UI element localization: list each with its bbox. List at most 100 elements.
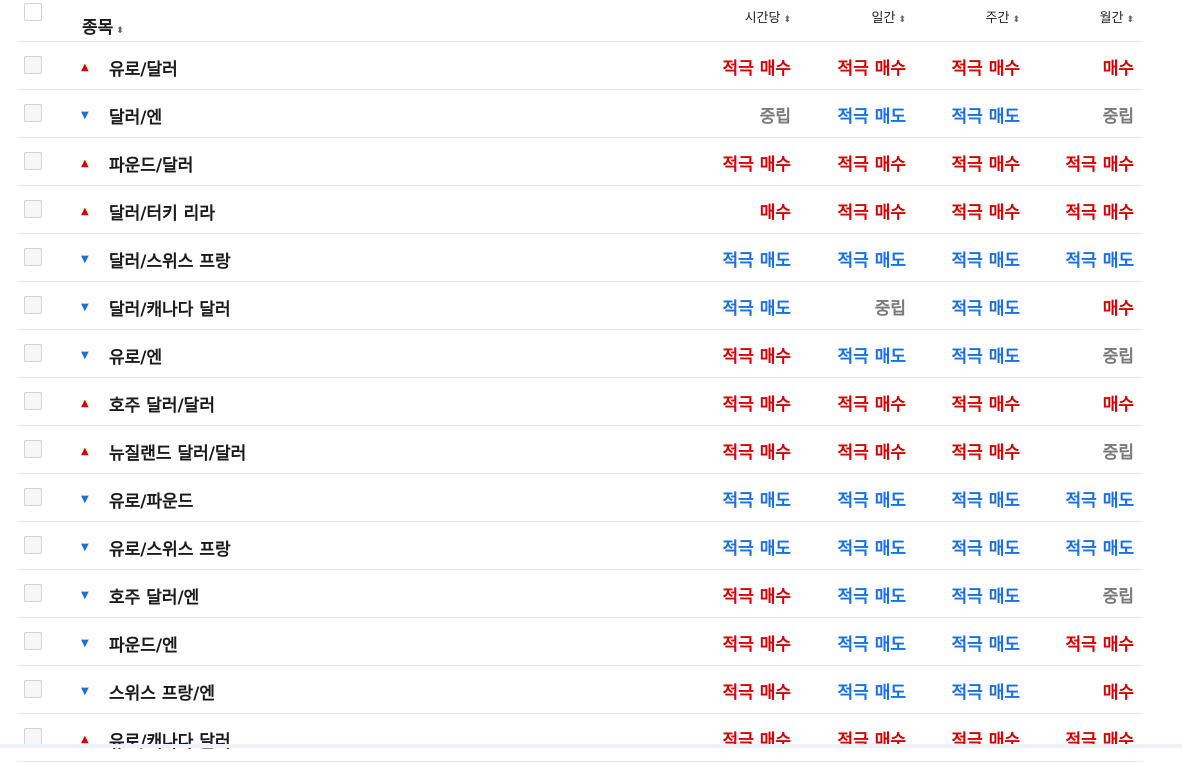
signal-hourly: 적극 매수 — [722, 395, 791, 415]
table-row[interactable]: ▼ 호주 달러/엔 적극 매수 적극 매도 적극 매도 중립 — [17, 570, 1143, 618]
arrow-up-icon: ▲ — [81, 158, 89, 169]
table-row[interactable]: ▼ 유로/엔 적극 매수 적극 매도 적극 매도 중립 — [17, 330, 1143, 378]
signal-weekly: 적극 매수 — [951, 155, 1020, 175]
symbol-name[interactable]: 파운드/달러 — [109, 151, 193, 176]
signal-hourly: 중립 — [759, 107, 791, 127]
signal-hourly: 적극 매도 — [722, 539, 791, 559]
table-row[interactable]: ▼ 파운드/엔 적극 매수 적극 매도 적극 매도 적극 매수 — [17, 618, 1143, 666]
symbol-name[interactable]: 스위스 프랑/엔 — [109, 679, 215, 704]
table-row[interactable]: ▲ 뉴질랜드 달러/달러 적극 매수 적극 매수 적극 매수 중립 — [17, 426, 1143, 474]
signal-hourly: 적극 매수 — [722, 635, 791, 655]
signal-hourly: 적극 매수 — [722, 59, 791, 79]
signal-hourly: 적극 매도 — [722, 251, 791, 271]
arrow-up-icon: ▲ — [81, 446, 89, 457]
arrow-up-icon: ▲ — [81, 398, 89, 409]
column-header-symbol[interactable]: 종목 ⬍ — [82, 13, 124, 38]
table-row[interactable]: ▼ 달러/엔 중립 적극 매도 적극 매도 중립 — [17, 90, 1143, 138]
table-row[interactable]: ▲ 파운드/달러 적극 매수 적극 매수 적극 매수 적극 매수 — [17, 138, 1143, 186]
signal-monthly: 매수 — [1102, 59, 1134, 79]
signal-daily: 적극 매도 — [837, 107, 906, 127]
row-checkbox[interactable] — [24, 152, 42, 170]
arrow-up-icon: ▲ — [81, 62, 89, 73]
arrow-down-icon: ▼ — [81, 350, 89, 361]
signal-daily: 적극 매도 — [837, 587, 906, 607]
signal-hourly: 적극 매도 — [722, 491, 791, 511]
symbol-name[interactable]: 호주 달러/엔 — [109, 583, 199, 608]
table-row[interactable]: ▼ 유로/파운드 적극 매도 적극 매도 적극 매도 적극 매도 — [17, 474, 1143, 522]
signal-monthly: 중립 — [1102, 107, 1134, 127]
symbol-name[interactable]: 유로/캐나다 달러 — [109, 727, 231, 752]
sort-icon: ⬍ — [116, 26, 124, 36]
signal-weekly: 적극 매도 — [951, 299, 1020, 319]
symbol-name[interactable]: 달러/스위스 프랑 — [109, 247, 231, 272]
table-row[interactable]: ▼ 스위스 프랑/엔 적극 매수 적극 매도 적극 매도 매수 — [17, 666, 1143, 714]
signals-table: 종목 ⬍ 시간당 ⬍ 일간 ⬍ 주간 ⬍ 월간 ⬍ ▲ 유로/달러 적극 매수 적극 매수 적극 … — [17, 0, 1143, 762]
table-body: ▲ 유로/달러 적극 매수 적극 매수 적극 매수 매수 ▼ 달러/엔 중립 적극 매도 적극 매도… — [17, 42, 1143, 762]
row-checkbox[interactable] — [24, 392, 42, 410]
signal-daily: 적극 매도 — [837, 347, 906, 367]
arrow-down-icon: ▼ — [81, 254, 89, 265]
signal-weekly: 적극 매수 — [951, 395, 1020, 415]
sort-icon: ⬍ — [1012, 15, 1020, 25]
arrow-down-icon: ▼ — [81, 590, 89, 601]
symbol-name[interactable]: 파운드/엔 — [109, 631, 178, 656]
signal-daily: 적극 매도 — [837, 251, 906, 271]
signal-monthly: 중립 — [1102, 587, 1134, 607]
row-checkbox[interactable] — [24, 536, 42, 554]
signal-hourly: 적극 매도 — [722, 299, 791, 319]
row-checkbox[interactable] — [24, 584, 42, 602]
table-row[interactable]: ▼ 달러/캐나다 달러 적극 매도 중립 적극 매도 매수 — [17, 282, 1143, 330]
row-checkbox[interactable] — [24, 296, 42, 314]
row-checkbox[interactable] — [24, 488, 42, 506]
symbol-name[interactable]: 호주 달러/달러 — [109, 391, 215, 416]
arrow-down-icon: ▼ — [81, 542, 89, 553]
symbol-name[interactable]: 유로/스위스 프랑 — [109, 535, 231, 560]
signal-hourly: 적극 매수 — [722, 683, 791, 703]
table-row[interactable]: ▲ 달러/터키 리라 매수 적극 매수 적극 매수 적극 매수 — [17, 186, 1143, 234]
symbol-name[interactable]: 달러/캐나다 달러 — [109, 295, 231, 320]
table-row[interactable]: ▲ 유로/달러 적극 매수 적극 매수 적극 매수 매수 — [17, 42, 1143, 90]
signal-hourly: 적극 매수 — [722, 443, 791, 463]
horizontal-scrollbar[interactable] — [0, 744, 1182, 748]
signal-daily: 적극 매도 — [837, 635, 906, 655]
symbol-name[interactable]: 달러/터키 리라 — [109, 199, 215, 224]
symbol-name[interactable]: 유로/파운드 — [109, 487, 193, 512]
signal-weekly: 적극 매수 — [951, 443, 1020, 463]
symbol-name[interactable]: 뉴질랜드 달러/달러 — [109, 439, 246, 464]
column-header-daily[interactable]: 일간 ⬍ — [872, 7, 906, 26]
table-row[interactable]: ▲ 호주 달러/달러 적극 매수 적극 매수 적극 매수 매수 — [17, 378, 1143, 426]
signal-hourly: 매수 — [759, 203, 791, 223]
signal-daily: 중립 — [874, 299, 906, 319]
signal-monthly: 매수 — [1102, 395, 1134, 415]
signal-weekly: 적극 매도 — [951, 251, 1020, 271]
row-checkbox[interactable] — [24, 104, 42, 122]
column-header-monthly[interactable]: 월간 ⬍ — [1100, 7, 1134, 26]
symbol-name[interactable]: 달러/엔 — [109, 103, 162, 128]
symbol-name[interactable]: 유로/엔 — [109, 343, 162, 368]
row-checkbox[interactable] — [24, 248, 42, 266]
select-all-checkbox[interactable] — [24, 3, 42, 21]
column-header-weekly[interactable]: 주간 ⬍ — [986, 7, 1020, 26]
table-row[interactable]: ▲ 유로/캐나다 달러 적극 매수 적극 매수 적극 매수 적극 매수 — [17, 714, 1143, 762]
row-checkbox[interactable] — [24, 632, 42, 650]
signal-monthly: 매수 — [1102, 299, 1134, 319]
row-checkbox[interactable] — [24, 56, 42, 74]
row-checkbox[interactable] — [24, 680, 42, 698]
signal-monthly: 매수 — [1102, 683, 1134, 703]
table-row[interactable]: ▼ 유로/스위스 프랑 적극 매도 적극 매도 적극 매도 적극 매도 — [17, 522, 1143, 570]
signal-monthly: 적극 매수 — [1065, 635, 1134, 655]
column-header-weekly-label: 주간 — [985, 11, 1010, 26]
arrow-up-icon: ▲ — [81, 206, 89, 217]
column-header-hourly[interactable]: 시간당 ⬍ — [745, 7, 791, 26]
arrow-down-icon: ▼ — [81, 110, 89, 121]
table-row[interactable]: ▼ 달러/스위스 프랑 적극 매도 적극 매도 적극 매도 적극 매도 — [17, 234, 1143, 282]
row-checkbox[interactable] — [24, 200, 42, 218]
symbol-name[interactable]: 유로/달러 — [109, 55, 178, 80]
row-checkbox[interactable] — [24, 440, 42, 458]
signal-daily: 적극 매도 — [837, 683, 906, 703]
sort-icon: ⬍ — [1126, 15, 1134, 25]
signal-hourly: 적극 매수 — [722, 587, 791, 607]
signal-daily: 적극 매수 — [837, 155, 906, 175]
signal-monthly: 적극 매도 — [1065, 251, 1134, 271]
row-checkbox[interactable] — [24, 344, 42, 362]
